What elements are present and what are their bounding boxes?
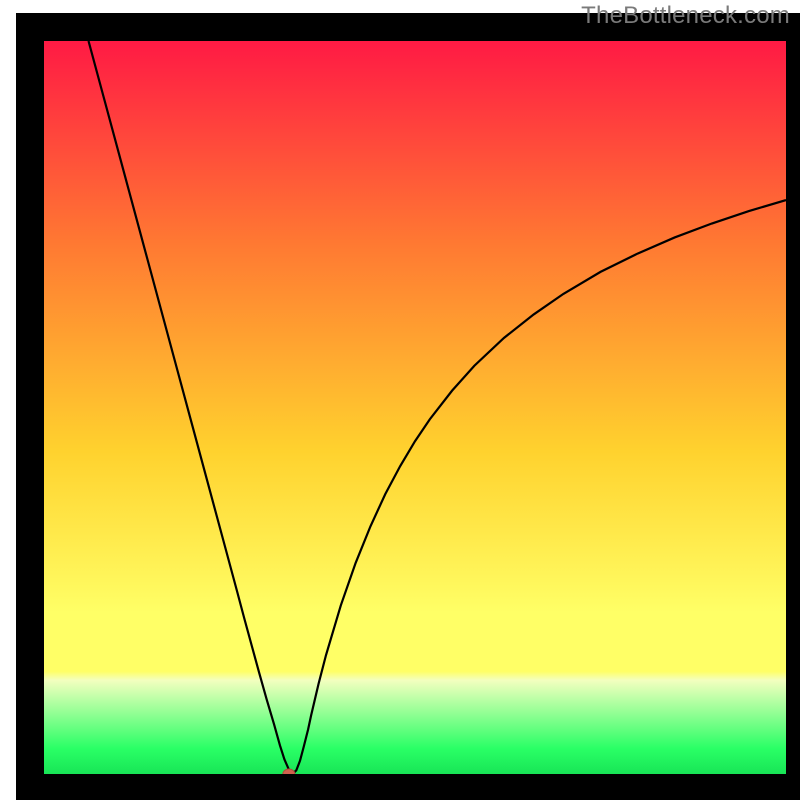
heat-gradient-background [44, 41, 786, 774]
watermark-text: TheBottleneck.com [581, 2, 790, 30]
chart-stage: TheBottleneck.com [0, 0, 800, 800]
bottleneck-chart [0, 0, 800, 800]
